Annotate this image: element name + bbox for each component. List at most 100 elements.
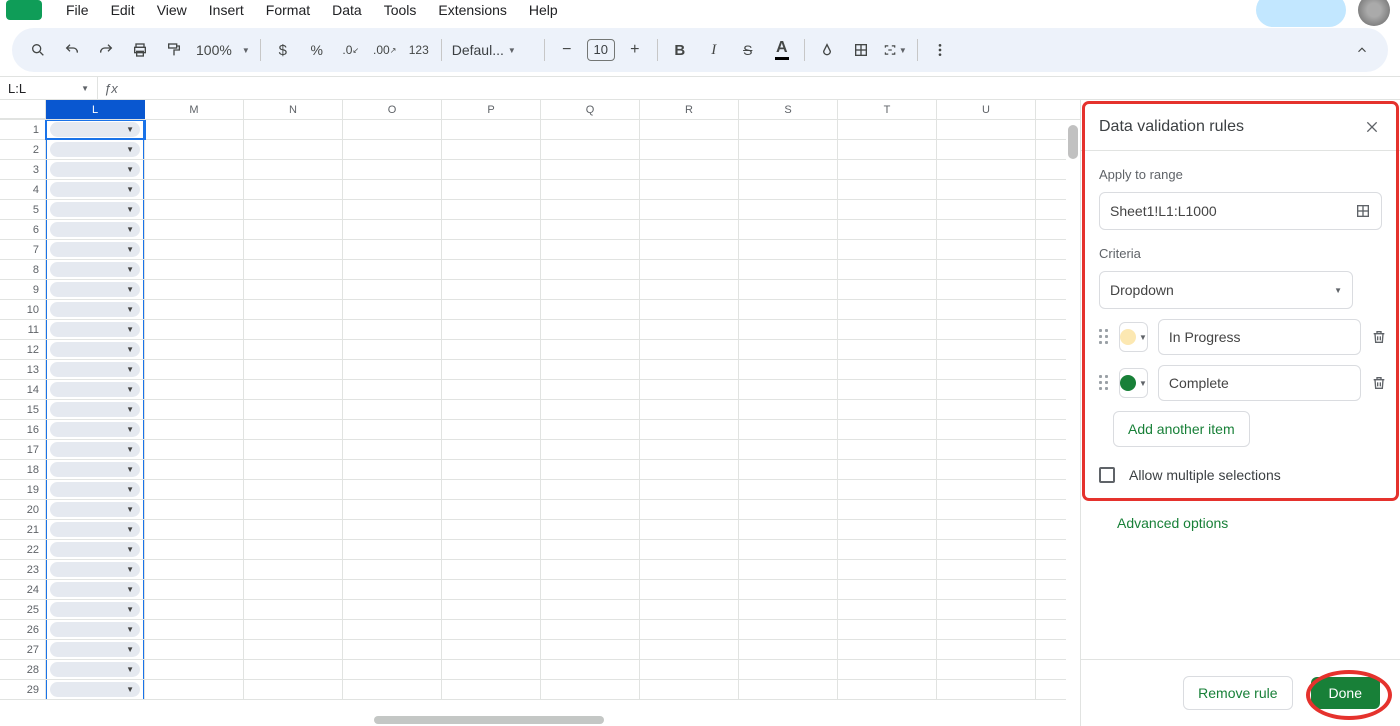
item-value-input[interactable]: [1158, 319, 1361, 355]
cell[interactable]: [739, 120, 838, 139]
delete-item-icon[interactable]: [1371, 375, 1387, 391]
cell[interactable]: [739, 300, 838, 319]
cell[interactable]: [937, 140, 1036, 159]
dropdown-chip[interactable]: ▼: [50, 242, 140, 257]
row-header[interactable]: 5: [0, 200, 46, 219]
cell[interactable]: ▼: [46, 220, 145, 239]
select-all-corner[interactable]: [0, 100, 46, 119]
dropdown-chip[interactable]: ▼: [50, 502, 140, 517]
item-color-picker[interactable]: ▼: [1119, 368, 1148, 398]
cell[interactable]: [640, 440, 739, 459]
row-header[interactable]: 2: [0, 140, 46, 159]
cell[interactable]: [640, 200, 739, 219]
cell[interactable]: [442, 240, 541, 259]
dropdown-chip[interactable]: ▼: [50, 462, 140, 477]
cell[interactable]: [145, 560, 244, 579]
cell[interactable]: [442, 260, 541, 279]
font-size-increase[interactable]: +: [623, 38, 647, 62]
cell[interactable]: [838, 620, 937, 639]
cell[interactable]: [541, 440, 640, 459]
cell[interactable]: [244, 680, 343, 699]
cell[interactable]: [937, 360, 1036, 379]
cell[interactable]: [145, 340, 244, 359]
cell[interactable]: [640, 540, 739, 559]
cell[interactable]: [739, 400, 838, 419]
cell[interactable]: [343, 320, 442, 339]
dropdown-chip[interactable]: ▼: [50, 542, 140, 557]
increase-decimal-icon[interactable]: .00↗: [373, 38, 397, 62]
cell[interactable]: [145, 440, 244, 459]
cell[interactable]: [442, 640, 541, 659]
menu-file[interactable]: File: [56, 0, 99, 22]
cell[interactable]: [640, 660, 739, 679]
cell[interactable]: ▼: [46, 240, 145, 259]
dropdown-chip[interactable]: ▼: [50, 182, 140, 197]
cell[interactable]: [343, 340, 442, 359]
cell[interactable]: [541, 240, 640, 259]
cell[interactable]: [739, 380, 838, 399]
dropdown-chip[interactable]: ▼: [50, 202, 140, 217]
cell[interactable]: [145, 660, 244, 679]
select-range-icon[interactable]: [1355, 203, 1371, 219]
row-header[interactable]: 28: [0, 660, 46, 679]
cell[interactable]: [244, 440, 343, 459]
cell[interactable]: [244, 620, 343, 639]
cell[interactable]: [937, 120, 1036, 139]
cell[interactable]: [541, 300, 640, 319]
row-header[interactable]: 6: [0, 220, 46, 239]
cell[interactable]: ▼: [46, 160, 145, 179]
cell[interactable]: ▼: [46, 560, 145, 579]
column-header[interactable]: R: [640, 100, 739, 119]
cell[interactable]: [937, 280, 1036, 299]
row-header[interactable]: 17: [0, 440, 46, 459]
cell[interactable]: ▼: [46, 540, 145, 559]
cell[interactable]: [739, 600, 838, 619]
cell[interactable]: [442, 380, 541, 399]
cell[interactable]: [442, 560, 541, 579]
cell[interactable]: [640, 320, 739, 339]
row-header[interactable]: 10: [0, 300, 46, 319]
more-tools-icon[interactable]: [928, 38, 952, 62]
cell[interactable]: [541, 140, 640, 159]
cell[interactable]: [838, 460, 937, 479]
fill-color-icon[interactable]: [815, 38, 839, 62]
row-header[interactable]: 12: [0, 340, 46, 359]
cell[interactable]: [541, 220, 640, 239]
cell[interactable]: ▼: [46, 620, 145, 639]
column-header[interactable]: N: [244, 100, 343, 119]
cell[interactable]: [640, 420, 739, 439]
cell[interactable]: [640, 180, 739, 199]
row-header[interactable]: 24: [0, 580, 46, 599]
cell[interactable]: [541, 320, 640, 339]
menu-tools[interactable]: Tools: [374, 0, 427, 22]
column-header[interactable]: T: [838, 100, 937, 119]
cell[interactable]: ▼: [46, 280, 145, 299]
cell[interactable]: [343, 140, 442, 159]
cell[interactable]: [541, 660, 640, 679]
cell[interactable]: ▼: [46, 380, 145, 399]
cell[interactable]: [937, 440, 1036, 459]
cell[interactable]: [838, 680, 937, 699]
cell[interactable]: [937, 480, 1036, 499]
cell[interactable]: [145, 400, 244, 419]
row-header[interactable]: 22: [0, 540, 46, 559]
row-header[interactable]: 11: [0, 320, 46, 339]
cell[interactable]: [145, 300, 244, 319]
cell[interactable]: [739, 660, 838, 679]
spreadsheet-grid[interactable]: LMNOPQRSTU 1▼2▼3▼4▼5▼6▼7▼8▼9▼10▼11▼12▼13…: [0, 100, 1080, 726]
cell[interactable]: [937, 600, 1036, 619]
cell[interactable]: [640, 580, 739, 599]
cell[interactable]: [937, 160, 1036, 179]
cell[interactable]: [541, 680, 640, 699]
cell[interactable]: ▼: [46, 320, 145, 339]
cell[interactable]: [442, 320, 541, 339]
column-header[interactable]: U: [937, 100, 1036, 119]
row-header[interactable]: 19: [0, 480, 46, 499]
cell[interactable]: [343, 180, 442, 199]
cell[interactable]: [541, 600, 640, 619]
cell[interactable]: [937, 400, 1036, 419]
cell[interactable]: [937, 680, 1036, 699]
cell[interactable]: [541, 460, 640, 479]
dropdown-chip[interactable]: ▼: [50, 642, 140, 657]
cell[interactable]: [739, 680, 838, 699]
